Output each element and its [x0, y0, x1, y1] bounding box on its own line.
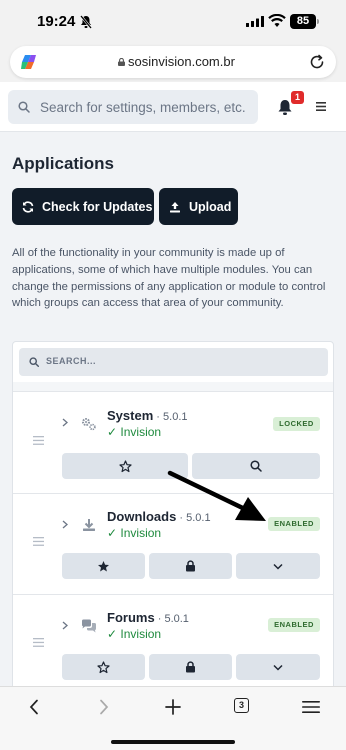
check-for-updates-label: Check for Updates [42, 199, 153, 214]
application-name: Forums · 5.0.1 [107, 610, 189, 625]
check-for-updates-button[interactable]: Check for Updates [12, 188, 154, 225]
page-description: All of the functionality in your communi… [12, 247, 326, 310]
panel-divider [13, 382, 333, 392]
page-title: Applications [12, 154, 115, 173]
battery-tip [317, 19, 319, 24]
browser-menu-button[interactable] [299, 697, 323, 717]
cellular-signal-icon [246, 16, 264, 27]
star-filled-icon [98, 560, 109, 571]
chevron-right-icon [100, 699, 109, 715]
status-badge: ENABLED [268, 517, 320, 531]
forward-button[interactable] [92, 697, 116, 717]
drag-handle-icon[interactable] [33, 436, 44, 445]
chevron-down-icon [273, 664, 283, 671]
application-row-forums: Forums · 5.0.1 ✓ Invision ENABLED [13, 595, 333, 696]
new-tab-button[interactable] [161, 697, 185, 717]
application-name: System · 5.0.1 [107, 408, 188, 423]
battery-indicator: 85 [290, 14, 316, 29]
notification-count-badge: 1 [291, 91, 304, 104]
upload-label: Upload [189, 199, 232, 214]
chevron-right-icon[interactable] [62, 520, 68, 529]
browser-address-area: sosinvision.com.br [0, 44, 346, 82]
permissions-button[interactable] [149, 553, 232, 579]
upload-button[interactable]: Upload [159, 188, 238, 225]
back-button[interactable] [22, 697, 46, 717]
chat-bubbles-icon [82, 619, 96, 633]
application-version: · 5.0.1 [154, 613, 189, 625]
permissions-button[interactable] [149, 654, 232, 680]
reload-icon[interactable] [308, 53, 326, 71]
annotation-arrow-icon [167, 470, 266, 521]
hamburger-menu-icon[interactable] [316, 102, 326, 111]
refresh-icon [22, 200, 34, 213]
status-time: 19:24 [37, 13, 76, 30]
gears-icon [82, 418, 96, 431]
lock-icon [118, 58, 125, 66]
more-options-button[interactable] [236, 654, 320, 680]
home-indicator [111, 740, 235, 744]
silent-bell-icon [80, 15, 92, 29]
download-icon [83, 519, 95, 531]
settings-search-input[interactable]: Search for settings, members, etc. [8, 90, 258, 124]
status-bar: 19:24 85 [0, 0, 346, 44]
search-icon [29, 357, 39, 367]
application-name-text: System [107, 408, 154, 423]
application-author: ✓ Invision [107, 526, 162, 540]
plus-icon [165, 699, 181, 715]
url-text: sosinvision.com.br [128, 54, 235, 69]
address-bar[interactable]: sosinvision.com.br [10, 46, 336, 78]
applications-search-placeholder: SEARCH... [46, 356, 97, 366]
application-version: · 5.0.1 [153, 411, 188, 423]
application-author: ✓ Invision [107, 627, 162, 641]
upload-icon [170, 201, 180, 212]
tabs-button[interactable]: 3 [234, 698, 249, 713]
hamburger-menu-icon [302, 701, 320, 713]
lock-icon [186, 661, 195, 673]
status-badge: LOCKED [273, 417, 320, 431]
wifi-icon [268, 14, 286, 27]
chevron-left-icon [29, 699, 38, 715]
chevron-right-icon[interactable] [62, 418, 68, 427]
more-options-button[interactable] [236, 553, 320, 579]
copilot-logo-icon[interactable] [20, 53, 38, 71]
favorite-button[interactable] [62, 553, 145, 579]
application-author: ✓ Invision [107, 425, 162, 439]
lock-icon [186, 560, 195, 572]
drag-handle-icon[interactable] [33, 638, 44, 647]
drag-handle-icon[interactable] [33, 537, 44, 546]
chevron-right-icon[interactable] [62, 621, 68, 630]
search-icon [18, 101, 30, 113]
application-name-text: Forums [107, 610, 155, 625]
chevron-down-icon [273, 563, 283, 570]
star-outline-icon [118, 459, 132, 472]
applications-search-input[interactable]: SEARCH... [19, 348, 328, 376]
favorite-button[interactable] [62, 654, 145, 680]
search-placeholder: Search for settings, members, etc. [40, 100, 246, 115]
star-outline-icon [97, 660, 110, 673]
site-header: Search for settings, members, etc. 1 [0, 82, 346, 132]
status-badge: ENABLED [268, 618, 320, 632]
